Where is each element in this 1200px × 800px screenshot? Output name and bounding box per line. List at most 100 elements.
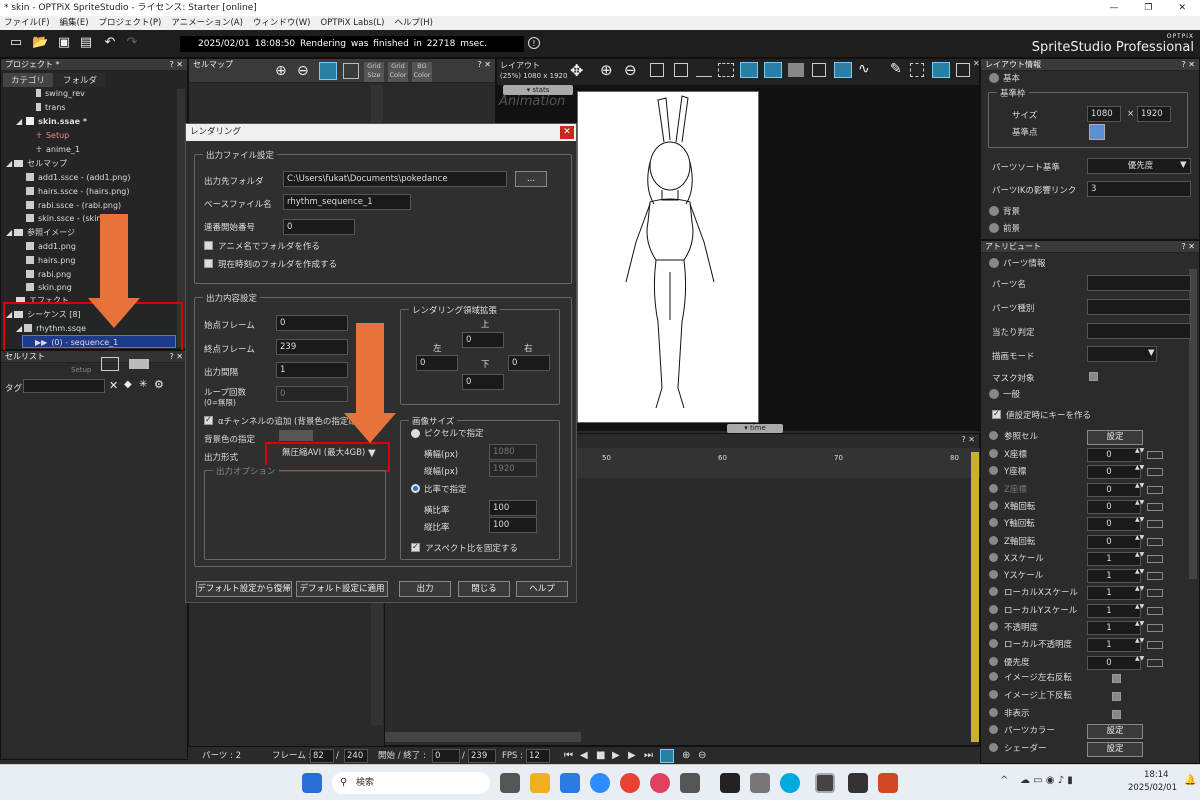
timeline-zoom-out-icon[interactable]: ⊖ [698, 747, 706, 765]
tree-item-anime1[interactable]: ☥ anime_1 [36, 143, 80, 156]
terminal-icon[interactable] [720, 773, 740, 793]
search-box[interactable]: 検索 [332, 772, 490, 794]
section-basic[interactable]: 基本 [984, 72, 1189, 86]
key-dot-icon[interactable] [989, 466, 998, 476]
attribute-value-input[interactable]: 0 [1087, 448, 1141, 462]
mesh-icon[interactable] [910, 63, 924, 77]
curve-edit-button[interactable] [1147, 606, 1163, 615]
character-canvas[interactable] [577, 91, 759, 423]
onion-skin-icon[interactable] [834, 62, 852, 78]
spinner-icon[interactable]: ▲▼ [1135, 447, 1144, 455]
tray-icons[interactable]: ☁ ▭ ◉ ♪ ▮ [1020, 775, 1073, 786]
section-general[interactable]: 一般 [984, 388, 1189, 402]
origin-grid-icon[interactable] [1089, 124, 1105, 140]
tag-icon[interactable]: ◆ [124, 379, 132, 390]
ref-cell-set-button[interactable]: 設定 [1087, 430, 1143, 445]
curve-edit-button[interactable] [1147, 520, 1163, 529]
attribute-value-input[interactable]: 0 [1087, 482, 1141, 497]
curve-edit-button[interactable] [1147, 537, 1163, 546]
key-dot-icon[interactable] [989, 604, 998, 614]
new-file-icon[interactable]: ▭ [8, 36, 24, 50]
anim-folder-checkbox[interactable] [204, 241, 213, 250]
layers-icon[interactable] [129, 359, 149, 369]
key-on-set-checkbox[interactable] [992, 409, 1001, 419]
bg-color-button[interactable]: BG Color [412, 62, 432, 82]
flip-h-checkbox[interactable] [1112, 674, 1121, 683]
width-ratio-input[interactable]: 100 [489, 500, 537, 516]
end-frame-input[interactable]: 239 [276, 339, 348, 355]
gear-icon[interactable]: ⚙ [154, 378, 164, 391]
save-all-icon[interactable]: ▤ [78, 36, 94, 50]
spinner-icon[interactable]: ▲▼ [1135, 499, 1144, 507]
filmstrip-icon[interactable] [101, 357, 119, 371]
stop-icon[interactable]: ■ [596, 747, 605, 765]
crop-icon[interactable] [343, 63, 359, 79]
attribute-close-icon[interactable]: ? ✕ [1182, 241, 1196, 253]
save-icon[interactable]: ▣ [56, 36, 72, 50]
key-dot-icon[interactable] [989, 483, 998, 493]
restore-default-button[interactable]: デフォルト設定から復帰 [196, 581, 292, 597]
spinner-icon[interactable]: ▲▼ [1135, 620, 1144, 628]
chrome-icon[interactable] [620, 773, 640, 793]
task-view-icon[interactable] [500, 773, 520, 793]
mask-checkbox[interactable] [1089, 372, 1098, 381]
attribute-value-input[interactable]: 1 [1087, 638, 1141, 653]
spinner-icon[interactable]: ▲▼ [1135, 585, 1144, 593]
help-button[interactable]: ヘルプ [516, 581, 568, 597]
layout-close-icon[interactable]: ✕ [973, 59, 980, 68]
menu-edit[interactable]: 編集(E) [60, 16, 89, 30]
attribute-value-input[interactable]: 1 [1087, 586, 1141, 601]
frame-icon[interactable] [718, 63, 734, 77]
key-dot-icon[interactable] [989, 535, 998, 545]
tag-select[interactable] [23, 379, 105, 393]
tree-item-skin-png[interactable]: skin.png [26, 281, 72, 294]
key-dot-icon[interactable] [989, 449, 998, 458]
spinner-icon[interactable]: ▲▼ [1135, 464, 1144, 472]
spritestudio-icon[interactable] [815, 773, 835, 793]
cell-list-close-icon[interactable]: ? ✕ [170, 351, 184, 363]
attribute-value-input[interactable]: 0 [1087, 499, 1141, 514]
interval-input[interactable]: 1 [276, 362, 348, 378]
attribute-value-input[interactable]: 1 [1087, 603, 1141, 618]
key-dot-icon[interactable] [989, 639, 998, 649]
tree-item-skin-ssce[interactable]: skin.ssce - (skin. [26, 212, 104, 225]
tab-category[interactable]: カテゴリ [3, 73, 54, 87]
curve-edit-button[interactable] [1147, 658, 1163, 667]
layout-zoom-in-icon[interactable]: ⊕ [600, 61, 613, 79]
edge-icon[interactable] [560, 773, 580, 793]
layout-zoom-out-icon[interactable]: ⊖ [624, 61, 637, 79]
attribute-value-input[interactable]: 0 [1087, 517, 1141, 532]
grid-toggle-icon[interactable] [319, 62, 337, 80]
attribute-value-input[interactable]: 0 [1087, 534, 1141, 549]
part-name-input[interactable] [1087, 275, 1191, 291]
timeline-scrollbar[interactable] [385, 732, 581, 742]
redo-icon[interactable]: ↷ [124, 36, 140, 50]
tag-clear-icon[interactable]: ✕ [109, 379, 118, 392]
powerpoint-icon[interactable] [878, 773, 898, 793]
time-tab[interactable]: ▾ time [727, 424, 783, 433]
playhead[interactable] [971, 452, 979, 742]
menu-file[interactable]: ファイル(F) [4, 16, 50, 30]
hidden-checkbox[interactable] [1112, 710, 1121, 719]
range-start-input[interactable]: 0 [432, 749, 460, 763]
key-dot-icon[interactable] [989, 656, 998, 666]
skype-icon[interactable] [780, 773, 800, 793]
draw-mode-dropdown-icon[interactable]: ▼ [1148, 348, 1155, 358]
prev-frame-icon[interactable]: ◀ [580, 747, 588, 765]
attribute-value-input[interactable]: 0 [1087, 465, 1141, 480]
menu-window[interactable]: ウィンドウ(W) [253, 16, 311, 30]
menu-help[interactable]: ヘルプ(H) [394, 16, 433, 30]
notepad-icon[interactable] [680, 773, 700, 793]
sparkle-icon[interactable]: ✳ [139, 379, 147, 390]
height-px-input[interactable]: 1920 [489, 461, 537, 477]
curve-edit-button[interactable] [1147, 641, 1163, 650]
ruler-icon[interactable] [696, 63, 712, 77]
alpha-checkbox[interactable] [204, 415, 213, 425]
zoom-app-icon[interactable] [590, 773, 610, 793]
left-input[interactable]: 0 [416, 355, 458, 371]
app-icon[interactable] [750, 773, 770, 793]
tree-item-swing-rev[interactable]: swing_rev [36, 87, 85, 100]
attribute-value-input[interactable]: 1 [1087, 569, 1141, 584]
part-type-select[interactable] [1087, 299, 1191, 315]
close-window-button[interactable]: ✕ [1178, 0, 1186, 16]
